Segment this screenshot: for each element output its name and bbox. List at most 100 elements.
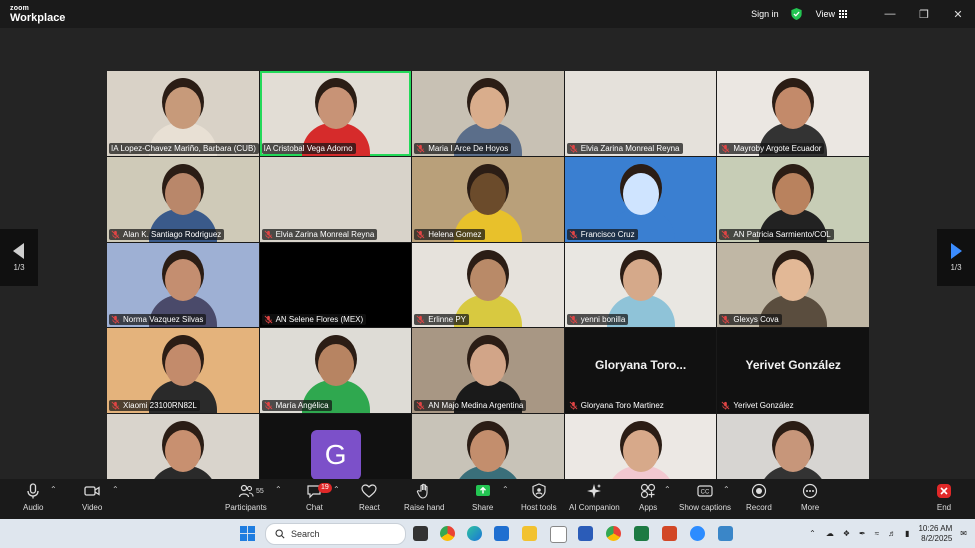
grid-view-icon[interactable]	[839, 10, 847, 18]
muted-mic-icon	[721, 230, 730, 239]
participant-name-label: Xiaomi 23100RN82L	[109, 400, 200, 412]
shield-check-icon[interactable]	[790, 8, 802, 20]
react-button[interactable]: React	[359, 483, 380, 512]
participant-tile[interactable]: Xiaomi 23100RN82L	[107, 328, 259, 414]
chrome-icon[interactable]	[440, 526, 455, 541]
chrome-profile-icon[interactable]	[606, 526, 621, 541]
audio-button[interactable]: Audio	[23, 483, 43, 512]
video-camera-icon	[84, 486, 100, 496]
participant-name: AN Selene Flores (MEX)	[275, 315, 364, 325]
show-captions-label: Show captions	[679, 503, 732, 512]
participants-options-caret[interactable]: ⌃	[275, 485, 282, 494]
close-window-button[interactable]: ✕	[941, 0, 975, 28]
participant-tile[interactable]: IA Cristobal Vega Adorno	[259, 71, 412, 156]
participant-tile[interactable]: Helena Gomez	[412, 156, 564, 242]
participant-tile[interactable]: Mayroby Argote Ecuador	[717, 71, 869, 156]
muted-mic-icon	[416, 144, 425, 153]
more-button[interactable]: More	[801, 483, 819, 512]
share-options-caret[interactable]: ⌃	[502, 485, 509, 494]
host-tools-button[interactable]: Host tools	[521, 483, 557, 512]
chat-options-caret[interactable]: ⌃	[333, 485, 340, 494]
participant-tile[interactable]: Elvia Zarina Monreal Reyna	[564, 71, 717, 156]
windows-start-icon[interactable]	[240, 526, 255, 541]
record-icon	[751, 483, 766, 499]
video-stage: 1/3 1/3 IA Lopez-Chavez Mariño, Barbara …	[0, 28, 975, 499]
cloud-icon[interactable]: ☁	[826, 529, 834, 538]
windows-taskbar: Search ⌃ ☁ ❖ ✒ ≈ ♬ ▮ 10:26 AM 8/2/2025 ✉	[0, 519, 975, 548]
participant-tile[interactable]: Yerivet González Yerivet González	[717, 328, 869, 414]
apps-options-caret[interactable]: ⌃	[664, 485, 671, 494]
brand-name: Workplace	[10, 12, 66, 24]
audio-options-caret[interactable]: ⌃	[50, 485, 57, 494]
video-label: Video	[82, 503, 103, 512]
participant-tile[interactable]: Glexys Cova	[717, 242, 869, 328]
meeting-toolbar: Audio ⌃ Video ⌃ Participants 55 ⌃ Chat 1…	[0, 479, 975, 519]
participant-tile[interactable]: Gloryana Toro... Gloryana Toro Martinez	[564, 328, 717, 414]
participant-tile[interactable]: Alan K. Santiago Rodriguez	[107, 156, 259, 242]
participant-tile[interactable]: Norma Vazquez Silvas	[107, 242, 259, 328]
minimize-button[interactable]: —	[873, 0, 907, 28]
participant-video-head	[317, 344, 354, 387]
end-meeting-button[interactable]: End	[936, 483, 952, 512]
video-button[interactable]: Video	[82, 483, 102, 512]
file-explorer-icon[interactable]	[522, 526, 537, 541]
muted-mic-icon	[111, 401, 120, 410]
captions-options-caret[interactable]: ⌃	[723, 485, 730, 494]
clock-time: 10:26 AM	[918, 523, 953, 533]
raise-hand-button[interactable]: Raise hand	[404, 483, 444, 512]
participant-name-display: Gloryana Toro...	[595, 358, 687, 373]
excel-icon[interactable]	[634, 526, 649, 541]
view-menu[interactable]: View	[816, 9, 835, 19]
taskbar-clock[interactable]: 10:26 AM 8/2/2025	[918, 524, 952, 544]
pen-icon[interactable]: ✒	[859, 529, 866, 538]
participant-name-label: María Angélica	[261, 400, 332, 412]
participant-tile[interactable]: Erlinne PY	[412, 242, 564, 328]
sign-in-link[interactable]: Sign in	[751, 9, 779, 19]
participant-name: Helena Gomez	[428, 229, 482, 239]
apps-button[interactable]: Apps	[639, 483, 657, 512]
volume-icon[interactable]: ♬	[888, 529, 896, 538]
edge-icon[interactable]	[467, 526, 482, 541]
participant-tile[interactable]: Elvia Zarina Monreal Reyna	[259, 156, 412, 242]
task-view-icon[interactable]	[413, 526, 428, 541]
ai-companion-button[interactable]: AI Companion	[569, 483, 620, 512]
participant-name-label: Elvia Zarina Monreal Reyna	[261, 228, 378, 240]
participant-tile[interactable]: María Angélica	[259, 328, 412, 414]
muted-mic-icon	[264, 315, 273, 324]
next-page-button[interactable]: 1/3	[937, 229, 975, 286]
battery-icon[interactable]: ▮	[905, 529, 909, 538]
participant-avatar: G	[310, 430, 361, 481]
notification-icon[interactable]: ✉	[960, 529, 967, 538]
restore-button[interactable]: ❐	[907, 0, 941, 28]
tray-overflow-chevron-icon[interactable]: ⌃	[809, 529, 816, 538]
participant-tile[interactable]: Maria I Arce De Hoyos	[412, 71, 564, 156]
taskbar-search-box[interactable]: Search	[265, 523, 406, 545]
record-button[interactable]: Record	[746, 483, 772, 512]
previous-page-button[interactable]: 1/3	[0, 229, 38, 286]
participant-tile[interactable]: Francisco Cruz	[564, 156, 717, 242]
participant-tile[interactable]: AN Majo Medina Argentina	[412, 328, 564, 414]
store-icon[interactable]	[494, 526, 509, 541]
dropbox-icon[interactable]: ❖	[843, 529, 850, 538]
muted-mic-icon	[111, 315, 120, 324]
powerpoint-icon[interactable]	[662, 526, 677, 541]
participant-name-label: Yerivet González	[719, 400, 797, 412]
snipping-tool-icon[interactable]	[550, 526, 567, 543]
participant-tile[interactable]: AN Patricia Sarmiento/COL	[717, 156, 869, 242]
word-icon[interactable]	[578, 526, 593, 541]
share-button[interactable]: Share	[472, 483, 493, 512]
participant-name: yenni bonilla	[580, 315, 626, 325]
video-options-caret[interactable]: ⌃	[112, 485, 119, 494]
zoom-app-icon[interactable]	[690, 526, 705, 541]
record-label: Record	[746, 503, 772, 512]
photos-icon[interactable]	[718, 526, 733, 541]
page-indicator-right: 1/3	[950, 263, 962, 272]
search-placeholder: Search	[291, 529, 320, 539]
participant-tile[interactable]: IA Lopez-Chavez Mariño, Barbara (CUB)	[107, 71, 259, 156]
participant-video-head	[775, 172, 812, 215]
participant-name-label: Helena Gomez	[414, 228, 485, 240]
participant-tile[interactable]: AN Selene Flores (MEX)	[259, 242, 412, 328]
chat-label: Chat	[306, 503, 323, 512]
participant-tile[interactable]: yenni bonilla	[564, 242, 717, 328]
wifi-icon[interactable]: ≈	[875, 529, 879, 538]
